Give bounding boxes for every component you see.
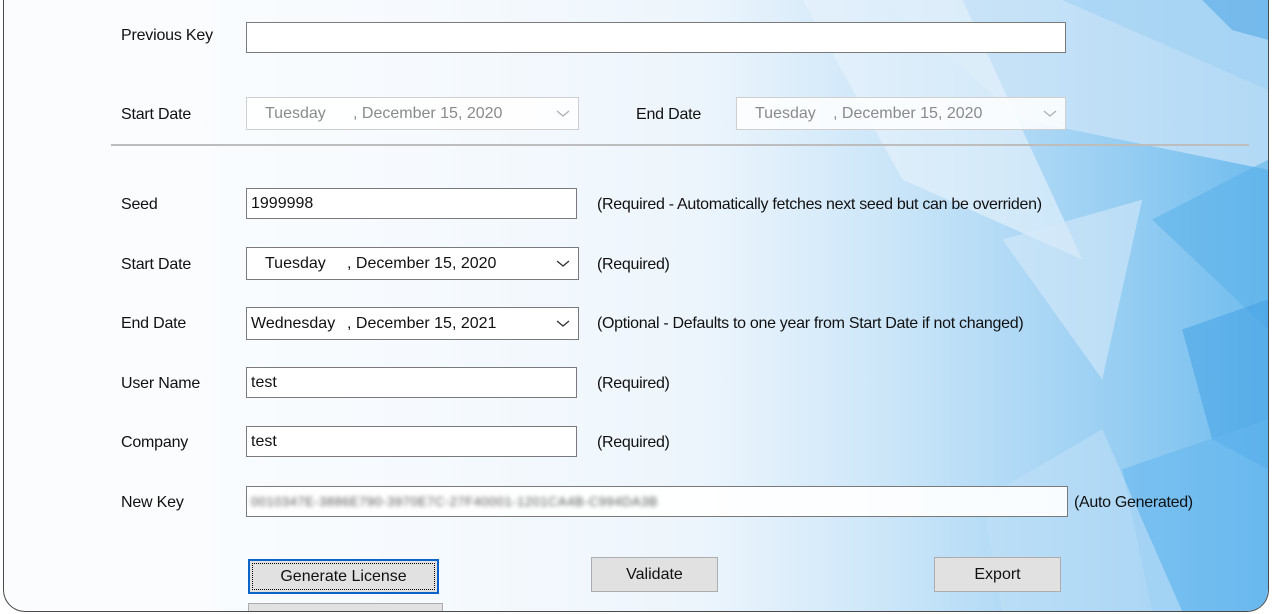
- validate-label: Validate: [626, 566, 683, 583]
- company-input[interactable]: test: [246, 426, 577, 457]
- chevron-down-icon: [1043, 110, 1057, 117]
- partial-button-below[interactable]: [248, 603, 443, 611]
- start-date-picker[interactable]: Tuesday , December 15, 2020: [246, 247, 579, 280]
- new-key-hint: (Auto Generated): [1074, 494, 1193, 511]
- generate-license-label: Generate License: [280, 568, 407, 585]
- chevron-down-icon: [556, 260, 570, 267]
- user-name-hint: (Required): [597, 375, 670, 392]
- validate-button[interactable]: Validate: [591, 557, 718, 592]
- seed-hint: (Required - Automatically fetches next s…: [597, 196, 1042, 213]
- export-label: Export: [974, 566, 1021, 583]
- chevron-down-icon: [556, 110, 570, 117]
- section-separator: [111, 144, 1249, 146]
- range-end-date: , December 15, 2020: [833, 105, 983, 122]
- new-key-value: 0010347E-3886E790-3970E7C-27F40001-1201C…: [251, 494, 658, 509]
- user-name-input[interactable]: test: [246, 367, 577, 398]
- start-date: , December 15, 2020: [347, 255, 497, 272]
- range-start-date-label: Start Date: [121, 106, 192, 123]
- start-date-label: Start Date: [121, 256, 192, 273]
- license-generator-window: Previous Key Start Date Tuesday , Decemb…: [3, 0, 1269, 612]
- range-end-date-picker[interactable]: Tuesday , December 15, 2020: [736, 97, 1066, 130]
- company-hint: (Required): [597, 434, 670, 451]
- export-button[interactable]: Export: [934, 557, 1061, 592]
- end-date-label: End Date: [121, 315, 187, 332]
- range-start-day: Tuesday: [265, 105, 326, 122]
- end-day: Wednesday: [251, 315, 336, 332]
- start-day: Tuesday: [265, 255, 326, 272]
- previous-key-input[interactable]: [246, 22, 1066, 53]
- new-key-label: New Key: [121, 494, 184, 511]
- previous-key-label: Previous Key: [121, 27, 213, 44]
- range-start-date-picker[interactable]: Tuesday , December 15, 2020: [246, 97, 579, 130]
- end-date-hint: (Optional - Defaults to one year from St…: [597, 315, 1024, 332]
- end-date: , December 15, 2021: [347, 315, 497, 332]
- chevron-down-icon: [556, 320, 570, 327]
- user-name-label: User Name: [121, 375, 201, 392]
- background-graphic: [4, 0, 1268, 611]
- range-start-date: , December 15, 2020: [353, 105, 503, 122]
- seed-label: Seed: [121, 196, 158, 213]
- new-key-field: 0010347E-3886E790-3970E7C-27F40001-1201C…: [246, 486, 1068, 517]
- generate-license-button[interactable]: Generate License: [248, 559, 439, 594]
- company-label: Company: [121, 434, 189, 451]
- range-end-date-label: End Date: [636, 106, 702, 123]
- end-date-picker[interactable]: Wednesday , December 15, 2021: [246, 307, 579, 340]
- seed-input[interactable]: 1999998: [246, 188, 577, 219]
- range-end-day: Tuesday: [755, 105, 816, 122]
- start-date-hint: (Required): [597, 256, 670, 273]
